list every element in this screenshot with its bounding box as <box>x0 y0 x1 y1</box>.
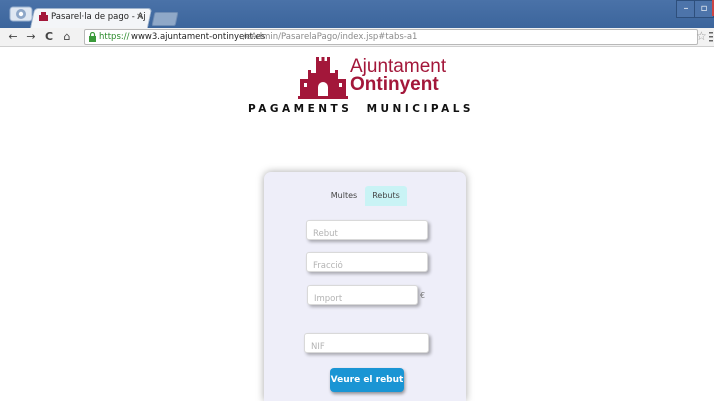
rebut-field[interactable] <box>306 220 428 243</box>
chrome-logo-icon[interactable] <box>8 4 34 24</box>
lock-icon <box>89 32 96 42</box>
url-path: /eAdmin/PasarelaPago/index.jsp#tabs-a1 <box>243 32 418 42</box>
menu-icon[interactable] <box>709 31 713 43</box>
logo-text-ontinyent: Ontinyent <box>350 74 439 95</box>
browser-titlebar: Pasarel·la de pago - Aj × – ▫ <box>0 0 714 29</box>
tab-rebuts[interactable]: Rebuts <box>365 186 407 206</box>
new-tab-button[interactable] <box>151 12 179 26</box>
forward-button[interactable]: → <box>24 29 38 45</box>
browser-tab-content: Pasarel·la de pago - Aj × <box>38 10 148 26</box>
browser-toolbar: ← → C ⌂ https:// www3.ajuntament-ontinye… <box>0 28 714 47</box>
favicon-icon <box>39 12 48 21</box>
fraccio-input[interactable] <box>307 257 427 275</box>
page-title: PAGAMENTS MUNICIPALS <box>248 103 474 115</box>
tab-close-icon[interactable]: × <box>136 10 144 24</box>
nif-field[interactable] <box>304 333 429 356</box>
currency-label: € <box>420 291 426 300</box>
address-bar[interactable]: https:// www3.ajuntament-ontinyent.es /e… <box>84 29 698 45</box>
ajuntament-logo: Ajuntament Ontinyent <box>282 53 454 99</box>
bookmark-star-icon[interactable]: ☆ <box>696 29 707 43</box>
home-button[interactable]: ⌂ <box>60 29 74 45</box>
castle-logo-icon <box>298 57 348 99</box>
url-scheme: https:// <box>99 32 130 42</box>
nif-input[interactable] <box>305 338 428 356</box>
minimize-button[interactable]: – <box>676 0 696 18</box>
reload-button[interactable]: C <box>42 29 56 45</box>
rebut-input[interactable] <box>307 225 427 243</box>
tab-multes[interactable]: Multes <box>324 186 364 206</box>
fraccio-field[interactable] <box>306 252 428 275</box>
import-field[interactable] <box>307 285 418 308</box>
veure-rebut-button[interactable]: Veure el rebut <box>330 368 404 392</box>
maximize-button[interactable]: ▫ <box>694 0 714 18</box>
back-button[interactable]: ← <box>6 29 20 45</box>
import-input[interactable] <box>308 290 417 308</box>
tab-title: Pasarel·la de pago - Aj <box>51 12 146 22</box>
